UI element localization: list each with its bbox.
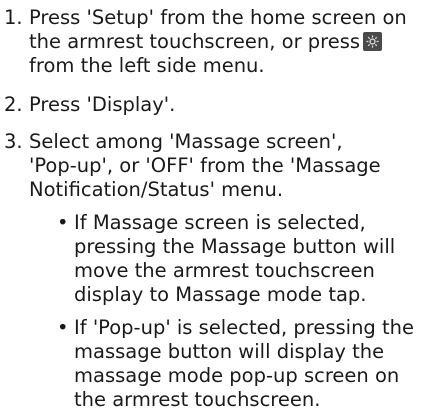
step-number: 2. <box>4 93 23 116</box>
bullet-line: move the armrest touchscreen <box>74 259 375 282</box>
step-line: Notification/Status' menu. <box>29 178 284 201</box>
instructions-document: 1. Press 'Setup' from the home screen on… <box>0 0 448 415</box>
step-line: Press 'Setup' from the home screen on <box>29 6 407 29</box>
step-line: the armrest touchscreen, or press <box>29 30 445 54</box>
step-2: 2. Press 'Display'. <box>0 93 448 119</box>
gear-icon <box>363 32 383 51</box>
bullet-text: If 'Pop-up' is selected, pressing the ma… <box>74 316 444 412</box>
step-line: Press 'Display'. <box>29 93 176 116</box>
step-number: 1. <box>4 6 23 29</box>
bullet-line: massage mode pop-up screen on <box>74 364 400 387</box>
step-line: Select among 'Massage screen', <box>29 130 343 153</box>
bullet-line: If Massage screen is selected, <box>74 211 366 234</box>
bullet-line: If 'Pop-up' is selected, pressing the <box>74 316 415 339</box>
bullet-symbol: • <box>57 211 69 234</box>
sub-bullet-2: • If 'Pop-up' is selected, pressing the … <box>57 316 437 416</box>
step-text: Press 'Display'. <box>29 93 445 117</box>
step-number: 3. <box>4 130 23 153</box>
bullet-line: pressing the Massage button will <box>74 235 396 258</box>
step-line: from the left side menu. <box>29 54 265 77</box>
step-text: Press 'Setup' from the home screen on th… <box>29 6 445 78</box>
step-line: 'Pop-up', or 'OFF' from the 'Massage <box>29 154 381 177</box>
step-1: 1. Press 'Setup' from the home screen on… <box>0 6 448 84</box>
sub-bullet-1: • If Massage screen is selected, pressin… <box>57 211 437 311</box>
bullet-line: massage button will display the <box>74 340 385 363</box>
step-3: 3. Select among 'Massage screen', 'Pop-u… <box>0 130 448 208</box>
bullet-line: display to Massage mode tap. <box>74 283 367 306</box>
bullet-line: the armrest touchscreen. <box>74 388 321 411</box>
step-text: Select among 'Massage screen', 'Pop-up',… <box>29 130 445 202</box>
bullet-symbol: • <box>57 316 69 339</box>
step-line-text: the armrest touchscreen, or press <box>29 30 361 53</box>
bullet-text: If Massage screen is selected, pressing … <box>74 211 444 307</box>
